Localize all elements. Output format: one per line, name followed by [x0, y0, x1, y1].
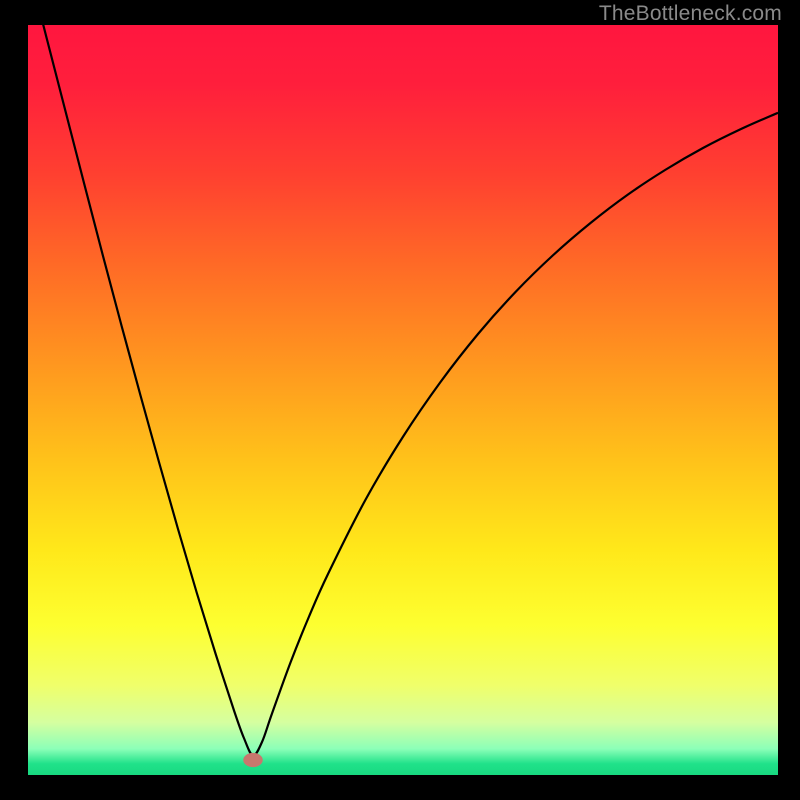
gradient-background — [28, 25, 778, 775]
chart-svg — [28, 25, 778, 775]
chart-frame: TheBottleneck.com — [0, 0, 800, 800]
watermark-text: TheBottleneck.com — [599, 2, 782, 26]
plot-area — [28, 25, 778, 775]
optimal-point-marker — [243, 753, 263, 767]
